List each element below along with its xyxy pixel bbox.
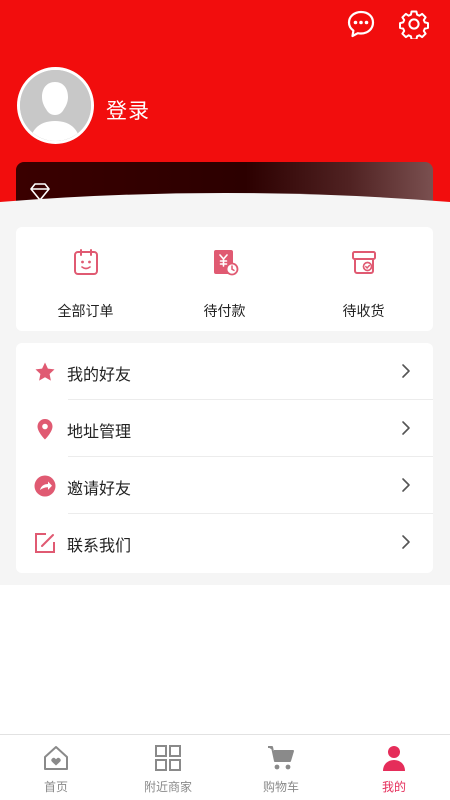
chat-bubble-icon[interactable] [346,9,376,39]
chevron-right-icon [402,535,410,549]
chevron-right-icon [402,364,410,378]
orders-card: 全部订单 待付款 待收货 [16,227,433,331]
menu-item-label: 邀请好友 [67,479,132,498]
tab-label: 附近商家 [143,780,192,794]
tab-cart[interactable]: 购物车 [225,735,337,800]
parcel-box-icon [352,251,376,274]
menu-item-invite[interactable]: 邀请好友 [16,457,433,514]
menu-item-address[interactable]: 地址管理 [16,400,433,457]
order-unpaid-button[interactable]: 待付款 [155,227,294,331]
cart-icon [268,746,294,770]
menu-item-label: 我的好友 [67,365,132,384]
yen-bill-icon [214,250,239,276]
order-to-receive-label: 待收货 [342,304,385,320]
edit-icon [35,533,55,553]
default-user-avatar-icon [20,70,91,141]
chevron-right-icon [402,421,410,435]
person-icon [383,746,405,771]
profile-header: 登录 [0,0,450,215]
clipboard-icon [74,249,98,275]
header-wave [0,193,450,215]
tab-label: 首页 [43,780,68,794]
order-unpaid-label: 待付款 [203,304,246,320]
menu-list: 我的好友 地址管理 邀请好友 联系我们 [16,343,433,573]
menu-item-label: 地址管理 [67,422,132,441]
tab-mine[interactable]: 我的 [338,735,450,800]
bottom-tab-bar: 首页 附近商家 购物车 我的 [0,734,450,800]
menu-item-friends[interactable]: 我的好友 [16,343,433,400]
star-icon [35,362,55,381]
home-icon [44,746,68,770]
menu-item-contact[interactable]: 联系我们 [16,514,433,571]
avatar[interactable] [17,67,94,144]
login-link[interactable]: 登录 [106,95,150,125]
grid-icon [155,745,181,771]
order-to-receive-button[interactable]: 待收货 [294,227,433,331]
order-all-button[interactable]: 全部订单 [16,227,155,331]
menu-item-label: 联系我们 [67,536,132,555]
share-arrow-icon [34,475,56,497]
tab-nearby[interactable]: 附近商家 [112,735,224,800]
gear-icon[interactable] [399,9,429,39]
chevron-right-icon [402,478,410,492]
location-pin-icon [37,419,53,440]
tab-label: 我的 [381,780,406,794]
order-all-label: 全部订单 [57,304,114,320]
tab-label: 购物车 [262,780,299,794]
tab-home[interactable]: 首页 [0,735,112,800]
